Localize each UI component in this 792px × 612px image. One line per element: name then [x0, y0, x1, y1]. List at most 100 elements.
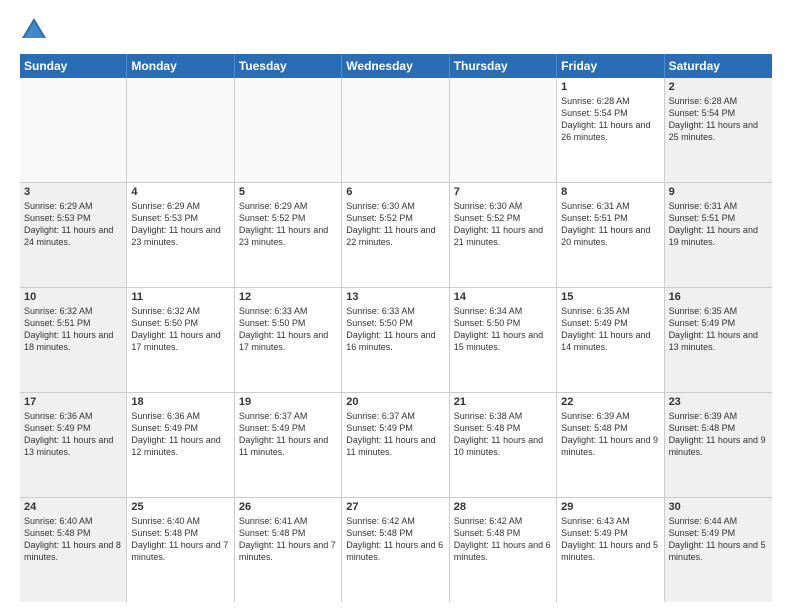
cell-detail: Sunrise: 6:30 AM Sunset: 5:52 PM Dayligh…: [454, 200, 552, 249]
cell-detail: Sunrise: 6:36 AM Sunset: 5:49 PM Dayligh…: [24, 410, 122, 459]
day-number: 12: [239, 291, 337, 303]
day-number: 30: [669, 501, 768, 513]
cal-cell: 12 Sunrise: 6:33 AM Sunset: 5:50 PM Dayli…: [235, 288, 342, 392]
cal-cell: 27Sunrise: 6:42 AM Sunset: 5:48 PM Dayli…: [342, 498, 449, 602]
page: SundayMondayTuesdayWednesdayThursdayFrid…: [0, 0, 792, 612]
calendar: SundayMondayTuesdayWednesdayThursdayFrid…: [20, 54, 772, 602]
day-number: 22: [561, 396, 659, 408]
day-number: 3: [24, 186, 122, 198]
cal-cell: 25 Sunrise: 6:40 AM Sunset: 5:48 PM Dayli…: [127, 498, 234, 602]
cell-detail: Sunrise: 6:33 AM Sunset: 5:50 PM Dayligh…: [239, 305, 337, 354]
cal-cell: 29 Sunrise: 6:43 AM Sunset: 5:49 PM Dayli…: [557, 498, 664, 602]
cal-cell: [342, 78, 449, 182]
day-number: 5: [239, 186, 337, 198]
cal-cell: 7 Sunrise: 6:30 AM Sunset: 5:52 PM Daylig…: [450, 183, 557, 287]
cal-cell: 17 Sunrise: 6:36 AM Sunset: 5:49 PM Dayli…: [20, 393, 127, 497]
day-number: 17: [24, 396, 122, 408]
day-number: 18: [131, 396, 229, 408]
cell-detail: Sunrise: 6:28 AM Sunset: 5:54 PM Dayligh…: [561, 95, 659, 144]
cal-cell: 14 Sunrise: 6:34 AM Sunset: 5:50 PM Dayli…: [450, 288, 557, 392]
day-number: 11: [131, 291, 229, 303]
week-row-1: 1 Sunrise: 6:28 AM Sunset: 5:54 PM Daylig…: [20, 78, 772, 183]
cal-cell: 10 Sunrise: 6:32 AM Sunset: 5:51 PM Dayli…: [20, 288, 127, 392]
day-number: 9: [669, 186, 768, 198]
week-row-5: 24Sunrise: 6:40 AM Sunset: 5:48 PM Dayli…: [20, 498, 772, 602]
calendar-header: SundayMondayTuesdayWednesdayThursdayFrid…: [20, 54, 772, 78]
day-number: 26: [239, 501, 337, 513]
day-number: 7: [454, 186, 552, 198]
cal-cell: 8 Sunrise: 6:31 AM Sunset: 5:51 PM Daylig…: [557, 183, 664, 287]
cell-detail: Sunrise: 6:37 AM Sunset: 5:49 PM Dayligh…: [239, 410, 337, 459]
cal-cell: 1 Sunrise: 6:28 AM Sunset: 5:54 PM Daylig…: [557, 78, 664, 182]
header-cell-wednesday: Wednesday: [342, 54, 449, 78]
cal-cell: 20 Sunrise: 6:37 AM Sunset: 5:49 PM Dayli…: [342, 393, 449, 497]
cell-detail: Sunrise: 6:41 AM Sunset: 5:48 PM Dayligh…: [239, 515, 337, 564]
cal-cell: 9 Sunrise: 6:31 AM Sunset: 5:51 PM Daylig…: [665, 183, 772, 287]
cell-detail: Sunrise: 6:37 AM Sunset: 5:49 PM Dayligh…: [346, 410, 444, 459]
cell-detail: Sunrise: 6:44 AM Sunset: 5:49 PM Dayligh…: [669, 515, 768, 564]
cell-detail: Sunrise: 6:32 AM Sunset: 5:50 PM Dayligh…: [131, 305, 229, 354]
cal-cell: 6 Sunrise: 6:30 AM Sunset: 5:52 PM Daylig…: [342, 183, 449, 287]
cal-cell: 3 Sunrise: 6:29 AM Sunset: 5:53 PM Daylig…: [20, 183, 127, 287]
cal-cell: 23 Sunrise: 6:39 AM Sunset: 5:48 PM Dayli…: [665, 393, 772, 497]
week-row-3: 10 Sunrise: 6:32 AM Sunset: 5:51 PM Dayli…: [20, 288, 772, 393]
day-number: 25: [131, 501, 229, 513]
week-row-4: 17 Sunrise: 6:36 AM Sunset: 5:49 PM Dayli…: [20, 393, 772, 498]
cell-detail: Sunrise: 6:43 AM Sunset: 5:49 PM Dayligh…: [561, 515, 659, 564]
cell-detail: Sunrise: 6:33 AM Sunset: 5:50 PM Dayligh…: [346, 305, 444, 354]
day-number: 29: [561, 501, 659, 513]
header-cell-monday: Monday: [127, 54, 234, 78]
cell-detail: Sunrise: 6:39 AM Sunset: 5:48 PM Dayligh…: [669, 410, 768, 459]
logo: [20, 16, 52, 44]
cell-detail: Sunrise: 6:39 AM Sunset: 5:48 PM Dayligh…: [561, 410, 659, 459]
header-cell-sunday: Sunday: [20, 54, 127, 78]
day-number: 23: [669, 396, 768, 408]
header-cell-tuesday: Tuesday: [235, 54, 342, 78]
cell-detail: Sunrise: 6:31 AM Sunset: 5:51 PM Dayligh…: [561, 200, 659, 249]
cal-cell: 13 Sunrise: 6:33 AM Sunset: 5:50 PM Dayli…: [342, 288, 449, 392]
cal-cell: [127, 78, 234, 182]
cell-detail: Sunrise: 6:29 AM Sunset: 5:52 PM Dayligh…: [239, 200, 337, 249]
cal-cell: 11 Sunrise: 6:32 AM Sunset: 5:50 PM Dayli…: [127, 288, 234, 392]
cal-cell: 22 Sunrise: 6:39 AM Sunset: 5:48 PM Dayli…: [557, 393, 664, 497]
cal-cell: 26 Sunrise: 6:41 AM Sunset: 5:48 PM Dayli…: [235, 498, 342, 602]
cell-detail: Sunrise: 6:40 AM Sunset: 5:48 PM Dayligh…: [131, 515, 229, 564]
cal-cell: 19 Sunrise: 6:37 AM Sunset: 5:49 PM Dayli…: [235, 393, 342, 497]
day-number: 13: [346, 291, 444, 303]
day-number: 15: [561, 291, 659, 303]
cell-detail: Sunrise: 6:36 AM Sunset: 5:49 PM Dayligh…: [131, 410, 229, 459]
cell-detail: Sunrise: 6:42 AM Sunset: 5:48 PM Dayligh…: [346, 515, 444, 564]
header-cell-friday: Friday: [557, 54, 664, 78]
day-number: 28: [454, 501, 552, 513]
calendar-body: 1 Sunrise: 6:28 AM Sunset: 5:54 PM Daylig…: [20, 78, 772, 602]
cell-detail: Sunrise: 6:40 AM Sunset: 5:48 PM Dayligh…: [24, 515, 122, 564]
day-number: 21: [454, 396, 552, 408]
cell-detail: Sunrise: 6:31 AM Sunset: 5:51 PM Dayligh…: [669, 200, 768, 249]
day-number: 10: [24, 291, 122, 303]
header: [20, 16, 772, 44]
day-number: 20: [346, 396, 444, 408]
day-number: 8: [561, 186, 659, 198]
cal-cell: [20, 78, 127, 182]
cell-detail: Sunrise: 6:34 AM Sunset: 5:50 PM Dayligh…: [454, 305, 552, 354]
day-number: 14: [454, 291, 552, 303]
cal-cell: 5 Sunrise: 6:29 AM Sunset: 5:52 PM Daylig…: [235, 183, 342, 287]
day-number: 1: [561, 81, 659, 93]
cell-detail: Sunrise: 6:32 AM Sunset: 5:51 PM Dayligh…: [24, 305, 122, 354]
logo-icon: [20, 16, 48, 44]
cell-detail: Sunrise: 6:29 AM Sunset: 5:53 PM Dayligh…: [24, 200, 122, 249]
cell-detail: Sunrise: 6:35 AM Sunset: 5:49 PM Dayligh…: [561, 305, 659, 354]
day-number: 16: [669, 291, 768, 303]
cell-detail: Sunrise: 6:38 AM Sunset: 5:48 PM Dayligh…: [454, 410, 552, 459]
cal-cell: 16 Sunrise: 6:35 AM Sunset: 5:49 PM Dayli…: [665, 288, 772, 392]
cell-detail: Sunrise: 6:42 AM Sunset: 5:48 PM Dayligh…: [454, 515, 552, 564]
cell-detail: Sunrise: 6:35 AM Sunset: 5:49 PM Dayligh…: [669, 305, 768, 354]
cell-detail: Sunrise: 6:30 AM Sunset: 5:52 PM Dayligh…: [346, 200, 444, 249]
day-number: 19: [239, 396, 337, 408]
cal-cell: 15 Sunrise: 6:35 AM Sunset: 5:49 PM Dayli…: [557, 288, 664, 392]
header-cell-thursday: Thursday: [450, 54, 557, 78]
cal-cell: [450, 78, 557, 182]
day-number: 6: [346, 186, 444, 198]
cal-cell: [235, 78, 342, 182]
cal-cell: 18 Sunrise: 6:36 AM Sunset: 5:49 PM Dayli…: [127, 393, 234, 497]
